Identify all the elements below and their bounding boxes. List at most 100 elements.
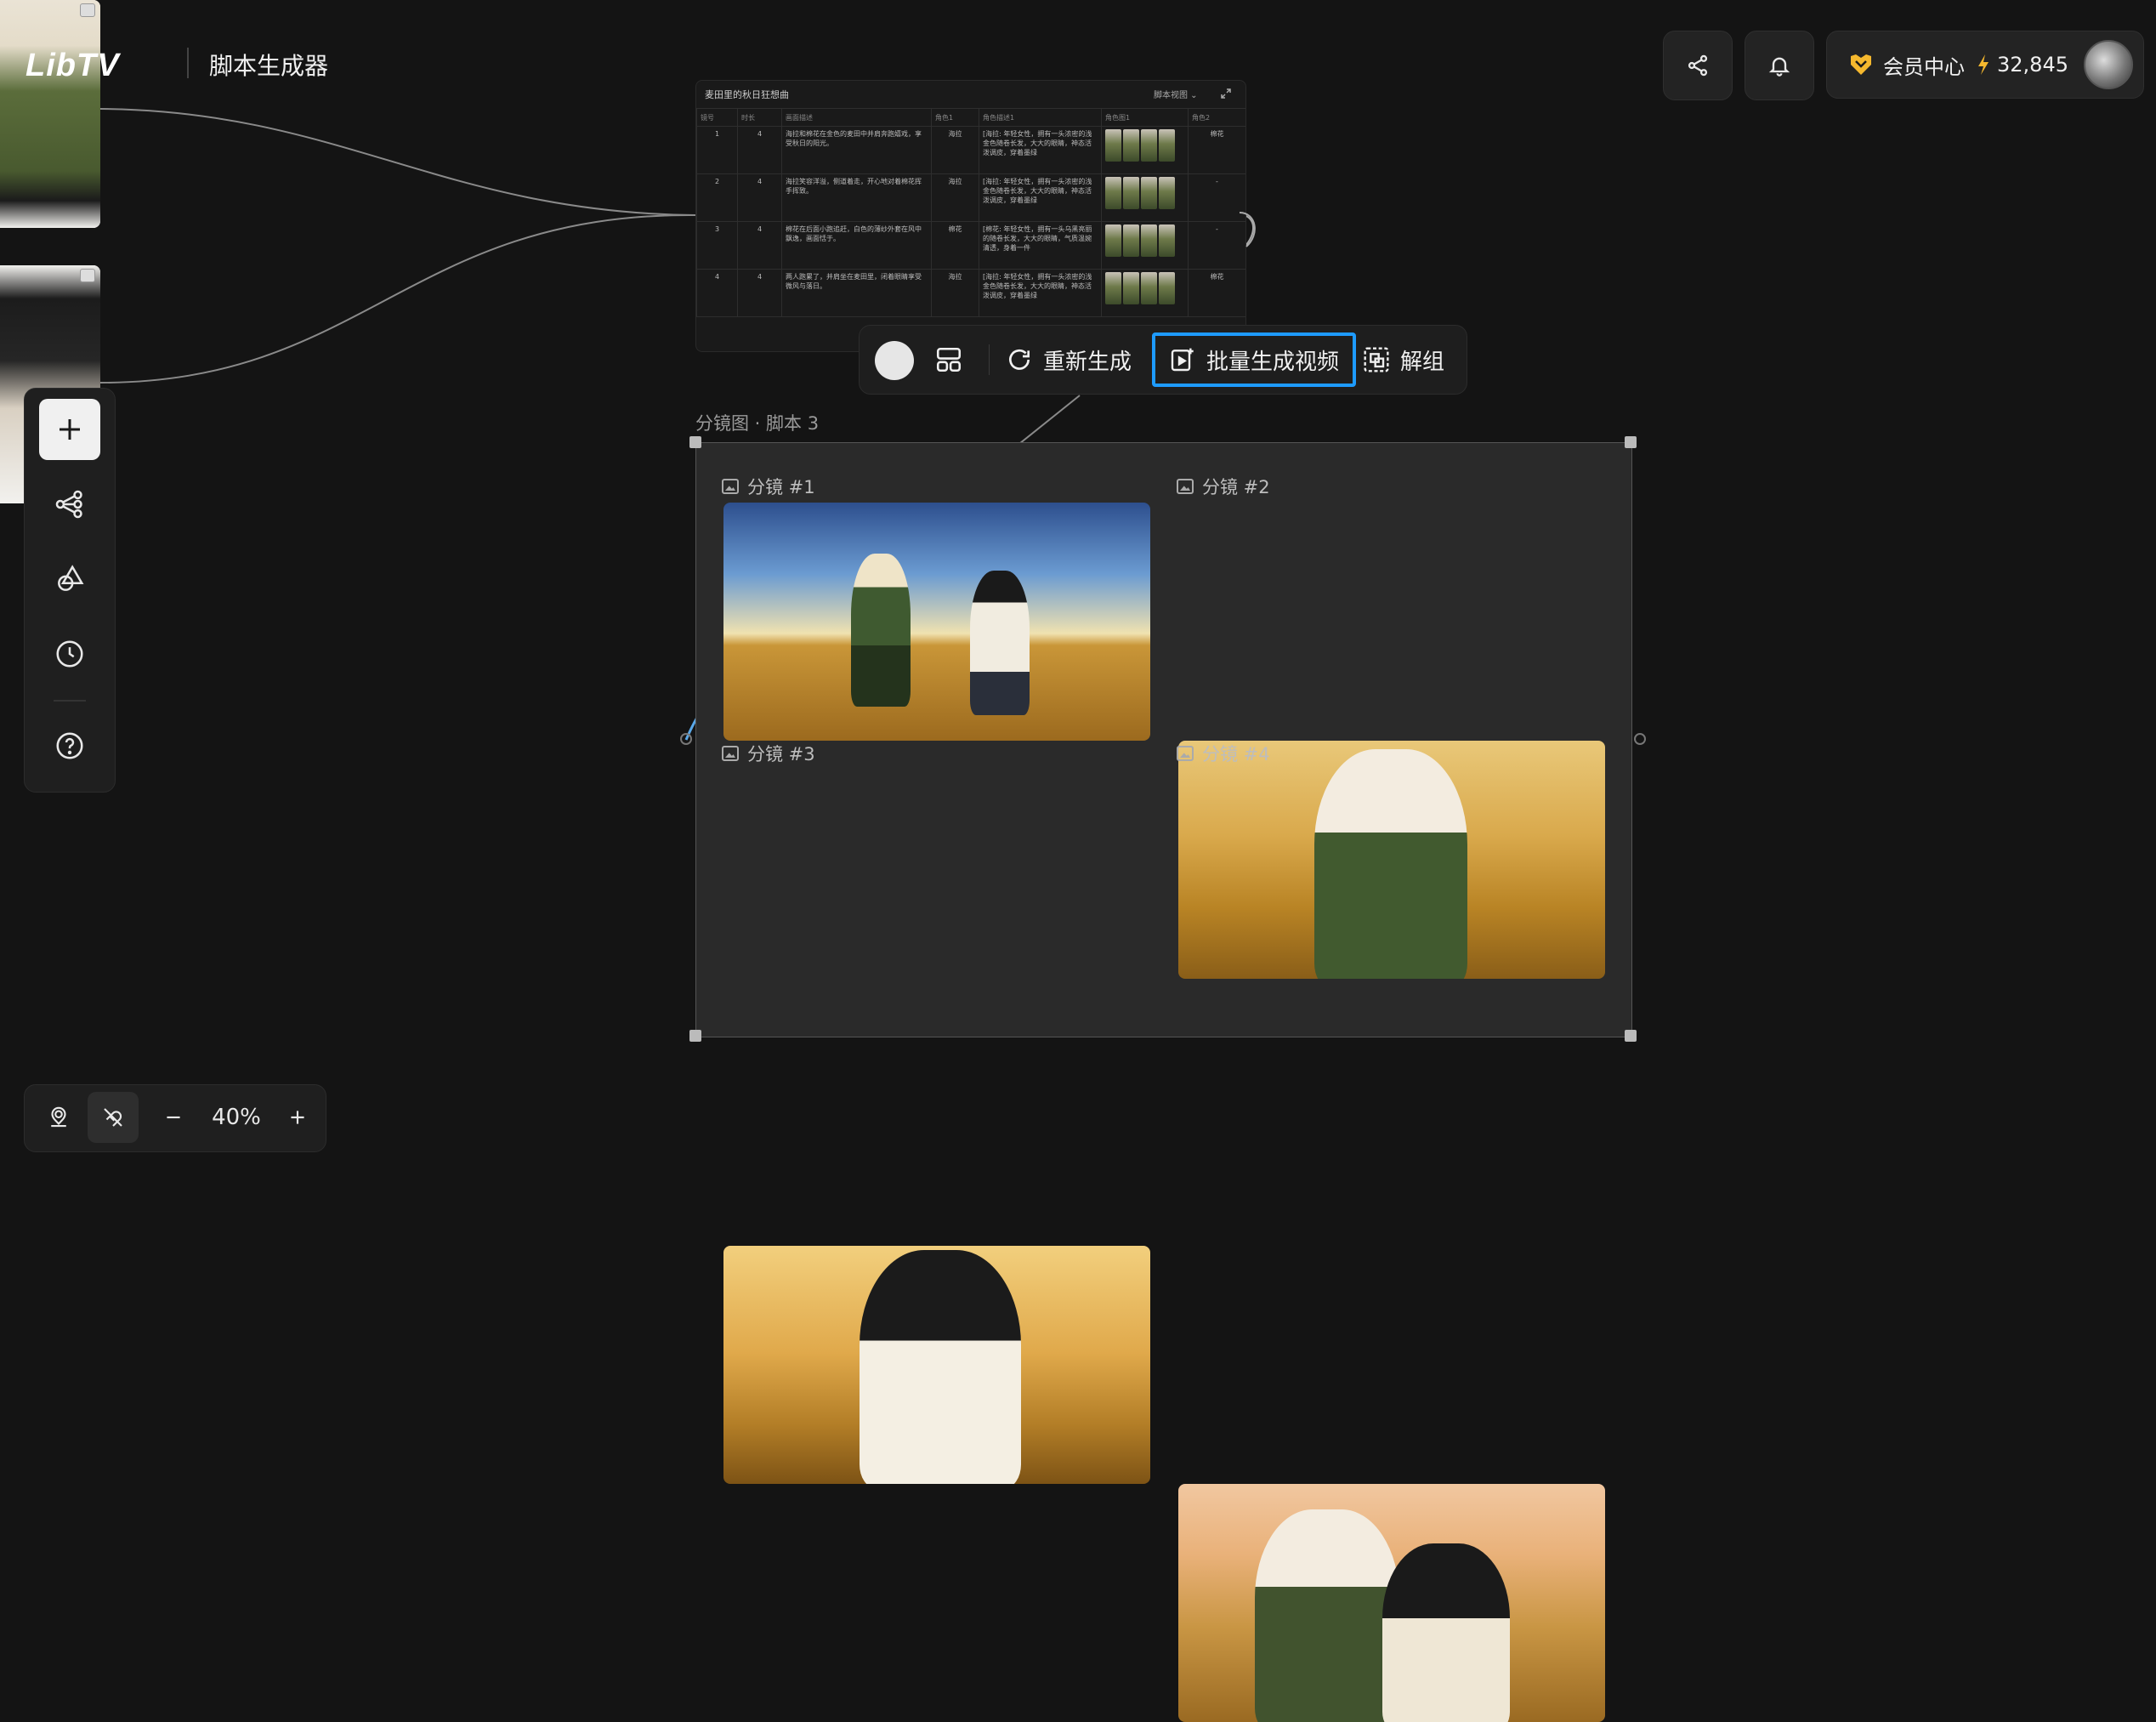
app-logo[interactable]: LibTV (26, 48, 120, 84)
image-icon (1177, 479, 1194, 494)
connector-curl (1239, 212, 1256, 247)
resize-handle-bottom-right[interactable] (1625, 1030, 1637, 1042)
role-thumbnail[interactable] (1141, 177, 1157, 209)
color-picker-button[interactable] (875, 341, 914, 380)
table-row[interactable]: 4 4 两人跑累了，并肩坐在麦田里，闭着眼睛享受微风与落日。 海拉 [海拉: 年轻女性，… (696, 269, 1245, 317)
storyboard-label: 分镜图 · 脚本 3 (695, 413, 820, 434)
zoom-controls: 40% (24, 1084, 326, 1152)
role-thumbnail[interactable] (1123, 129, 1139, 162)
character-card-1[interactable] (0, 0, 100, 228)
header-divider (187, 48, 189, 78)
role-thumbnail[interactable] (1159, 272, 1175, 304)
avatar[interactable] (2083, 40, 2133, 89)
table-cell-dur: 4 (737, 269, 782, 317)
shot-image-1[interactable] (723, 503, 1150, 741)
table-header-cell: 时长 (737, 108, 782, 127)
resize-handle-bottom-left[interactable] (689, 1030, 701, 1042)
share-icon (1688, 54, 1708, 77)
role-thumbnail[interactable] (1159, 224, 1175, 257)
role-thumbnail[interactable] (1141, 224, 1157, 257)
table-header-cell: 镜号 (696, 108, 738, 127)
role-thumbnail[interactable] (1105, 224, 1121, 257)
ungroup-button[interactable]: 解组 (1363, 326, 1444, 394)
add-node-button[interactable] (39, 399, 100, 460)
shot-image-3[interactable] (723, 1246, 1150, 1484)
connect-point-right[interactable] (1634, 733, 1646, 745)
save-icon[interactable] (80, 269, 95, 282)
shot-image-4[interactable] (1178, 1484, 1605, 1722)
table-cell-roledesc: [海拉: 年轻女性，拥有一头浓密的浅金色随卷长发，大大的眼睛，神态活泼调皮，穿着… (979, 126, 1102, 174)
ungroup-label: 解组 (1400, 349, 1445, 375)
connect-point-left[interactable] (680, 733, 692, 745)
role-image-cell (1101, 126, 1189, 174)
expand-icon[interactable] (1220, 88, 1232, 99)
table-row[interactable]: 1 4 海拉和棉花在金色的麦田中并肩奔跑嬉戏，享受秋日的阳光。 海拉 [海拉: 年轻女性… (696, 126, 1245, 174)
help-button[interactable] (39, 715, 100, 776)
view-selector[interactable]: 脚本视图 ⌄ (1154, 88, 1198, 100)
table-cell-role2: 棉花 (1188, 269, 1245, 317)
zoom-in-button[interactable] (276, 1092, 319, 1143)
role-thumbnail[interactable] (1159, 177, 1175, 209)
role-thumbnail[interactable] (1105, 177, 1121, 209)
save-icon[interactable] (80, 3, 95, 17)
table-cell-role2: 棉花 (1188, 126, 1245, 174)
table-cell-role1: 棉花 (931, 221, 979, 270)
shot-label-2: 分镜 #2 (1177, 474, 1270, 499)
shapes-icon (58, 565, 84, 591)
storyboard-group[interactable]: 分镜 #1 分镜 #2 分镜 #3 分镜 #4 (695, 442, 1632, 1722)
table-header-cell: 画面描述 (781, 108, 932, 127)
member-center[interactable]: 会员中心 32,845 (1826, 31, 2144, 99)
role-image-cell (1101, 221, 1189, 270)
resize-handle-top-right[interactable] (1625, 436, 1637, 448)
role-thumbnail[interactable] (1141, 272, 1157, 304)
image-icon (722, 746, 739, 761)
table-header-cell: 角色描述1 (979, 108, 1102, 127)
role-thumbnail[interactable] (1105, 129, 1121, 162)
zoom-out-button[interactable] (152, 1092, 195, 1143)
left-toolbar (24, 388, 116, 793)
table-header-cell: 角色1 (931, 108, 979, 127)
snap-toggle-button[interactable] (88, 1092, 139, 1143)
script-table: 镜号 时长 画面描述 角色1 角色描述1 角色图1 角色2 1 4 海拉和棉花在金色的麦田中并肩… (696, 108, 1245, 317)
help-icon (56, 732, 83, 759)
table-cell-no: 3 (696, 221, 738, 270)
regenerate-label: 重新生成 (1043, 349, 1132, 375)
plus-icon (291, 1111, 304, 1124)
shapes-button[interactable] (39, 548, 100, 610)
layout-button[interactable] (934, 326, 963, 394)
table-cell-desc: 两人跑累了，并肩坐在麦田里，闭着眼睛享受微风与落日。 (781, 269, 932, 317)
minus-icon (167, 1116, 180, 1119)
table-header-cell: 角色图1 (1101, 108, 1189, 127)
role-thumbnail[interactable] (1141, 129, 1157, 162)
role-thumbnail[interactable] (1123, 224, 1139, 257)
notification-button[interactable] (1745, 31, 1814, 100)
page-title: 脚本生成器 (209, 52, 329, 80)
resize-handle-top-left[interactable] (689, 436, 701, 448)
table-row[interactable]: 3 4 棉花在后面小跑追赶，白色的薄纱外套在风中飘逸，画面恬于。 棉花 [棉花: 年轻女… (696, 221, 1245, 270)
role-thumbnail[interactable] (1123, 272, 1139, 304)
history-button[interactable] (39, 623, 100, 685)
shot-image-2[interactable] (1178, 741, 1605, 979)
image-icon (722, 479, 739, 494)
batch-generate-video-button[interactable]: 批量生成视频 (1152, 332, 1357, 387)
regenerate-button[interactable]: 重新生成 (1006, 326, 1132, 394)
table-cell-no: 1 (696, 126, 738, 174)
workflow-icon (55, 490, 82, 519)
role-thumbnail[interactable] (1159, 129, 1175, 162)
table-cell-no: 2 (696, 173, 738, 222)
script-table-node[interactable]: 麦田里的秋日狂想曲 脚本视图 ⌄ 镜号 时长 画面描述 角色1 角色描述1 角色图1 角色2… (695, 80, 1246, 352)
table-cell-desc: 海拉和棉花在金色的麦田中并肩奔跑嬉戏，享受秋日的阳光。 (781, 126, 932, 174)
location-button[interactable] (33, 1092, 84, 1143)
image-icon (1177, 746, 1194, 761)
group-action-toolbar: 重新生成 批量生成视频 解组 (859, 325, 1467, 395)
role-thumbnail[interactable] (1123, 177, 1139, 209)
clock-icon (56, 640, 83, 668)
table-row[interactable]: 2 4 海拉笑容洋溢，侧道着走，开心地对着棉花挥手挥致。 海拉 [海拉: 年轻女性，拥有… (696, 173, 1245, 222)
refresh-icon (1009, 349, 1030, 370)
table-cell-desc: 棉花在后面小跑追赶，白色的薄纱外套在风中飘逸，画面恬于。 (781, 221, 932, 270)
role-thumbnail[interactable] (1105, 272, 1121, 304)
magnet-icon (104, 1108, 122, 1127)
workflow-button[interactable] (39, 474, 100, 535)
share-button[interactable] (1663, 31, 1733, 100)
zoom-level[interactable]: 40% (198, 1092, 275, 1143)
